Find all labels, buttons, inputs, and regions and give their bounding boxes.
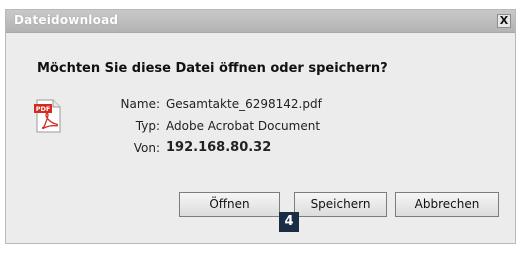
file-info-labels: Name: Typ: Von: [100,93,160,159]
open-button[interactable]: Öffnen [179,192,280,217]
source-host-value: 192.168.80.32 [166,140,272,155]
from-label: Von: [133,141,160,155]
dialog-title: Dateidownload [14,13,119,27]
cancel-button[interactable]: Abbrechen [395,192,499,217]
file-name-value: Gesamtakte_6298142.pdf [166,97,322,111]
download-question: Möchten Sie diese Datei öffnen oder spei… [37,61,388,76]
close-button[interactable]: X [497,14,511,28]
name-label: Name: [120,97,160,111]
step-number-badge: 4 [279,212,299,232]
pdf-icon-label: PDF [36,105,51,113]
title-bar[interactable]: Dateidownload X [6,10,515,33]
pdf-file-icon: PDF [34,99,61,133]
type-label: Typ: [135,119,160,133]
close-icon: X [499,14,509,27]
file-info-values: Gesamtakte_6298142.pdf Adobe Acrobat Doc… [166,93,322,159]
file-type-value: Adobe Acrobat Document [166,119,321,133]
save-button[interactable]: Speichern [294,192,387,217]
